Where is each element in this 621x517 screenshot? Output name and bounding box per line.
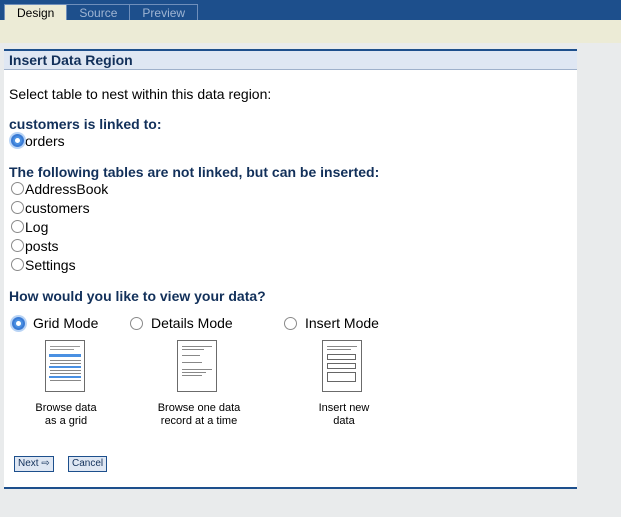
caption-line: record at a time <box>160 415 238 427</box>
tab-preview[interactable]: Preview <box>130 4 199 20</box>
field-box-icon <box>327 372 356 382</box>
unlinked-option-addressbook[interactable]: AddressBook <box>11 179 108 198</box>
instruction-text: Select table to nest within this data re… <box>9 86 272 102</box>
insert-mode-preview-icon <box>322 340 362 392</box>
panel-title: Insert Data Region <box>4 49 577 70</box>
unlinked-table-list: AddressBook customers Log posts Settings <box>11 179 108 274</box>
details-mode-preview-icon <box>177 340 217 392</box>
insert-mode-caption: Insert new data <box>294 402 394 428</box>
grid-mode-option[interactable]: Grid Mode <box>12 315 98 331</box>
option-label: AddressBook <box>25 180 109 197</box>
insert-data-region-panel: Insert Data Region Select table to nest … <box>4 49 577 489</box>
view-mode-header: How would you like to view your data? <box>9 288 266 304</box>
radio-customers[interactable] <box>11 201 24 214</box>
grid-mode-caption: Browse data as a grid <box>16 402 116 428</box>
field-box-icon <box>327 363 356 369</box>
radio-grid-mode[interactable] <box>12 316 25 330</box>
tab-strip: Design Source Preview <box>0 0 621 20</box>
option-label: posts <box>25 237 59 254</box>
next-button[interactable]: Next ⇨ <box>14 456 54 472</box>
radio-addressbook[interactable] <box>11 182 24 195</box>
option-label: orders <box>25 132 65 149</box>
unlinked-option-log[interactable]: Log <box>11 217 108 236</box>
caption-line: as a grid <box>44 415 88 427</box>
unlinked-option-settings[interactable]: Settings <box>11 255 108 274</box>
caption-line: Insert new <box>318 402 370 414</box>
insert-mode-label: Insert Mode <box>305 315 379 331</box>
option-label: Settings <box>25 256 76 273</box>
details-mode-option[interactable]: Details Mode <box>130 315 233 331</box>
caption-line: data <box>333 415 355 427</box>
radio-details-mode[interactable] <box>130 316 143 330</box>
top-toolbar: Design Source Preview <box>0 0 621 43</box>
grid-mode-label: Grid Mode <box>33 315 99 331</box>
radio-insert-mode[interactable] <box>284 316 297 330</box>
details-mode-caption: Browse one data record at a time <box>149 402 249 428</box>
tab-design[interactable]: Design <box>4 4 68 20</box>
details-mode-label: Details Mode <box>151 315 233 331</box>
option-label: customers <box>25 199 90 216</box>
radio-log[interactable] <box>11 220 24 233</box>
view-tabs: Design Source Preview <box>4 4 199 20</box>
option-label: Log <box>25 218 49 235</box>
tab-source[interactable]: Source <box>67 4 131 20</box>
linked-tables-header: customers is linked to: <box>9 116 162 132</box>
caption-line: Browse data <box>35 402 97 414</box>
radio-settings[interactable] <box>11 258 24 271</box>
grid-mode-preview-icon <box>45 340 85 392</box>
caption-line: Browse one data <box>157 402 241 414</box>
radio-orders[interactable] <box>11 134 24 147</box>
unlinked-tables-header: The following tables are not linked, but… <box>9 164 380 180</box>
insert-mode-option[interactable]: Insert Mode <box>284 315 379 331</box>
unlinked-option-customers[interactable]: customers <box>11 198 108 217</box>
cancel-button[interactable]: Cancel <box>68 456 108 472</box>
field-box-icon <box>327 354 356 360</box>
unlinked-option-posts[interactable]: posts <box>11 236 108 255</box>
linked-option-orders[interactable]: orders <box>11 131 65 150</box>
radio-posts[interactable] <box>11 239 24 252</box>
